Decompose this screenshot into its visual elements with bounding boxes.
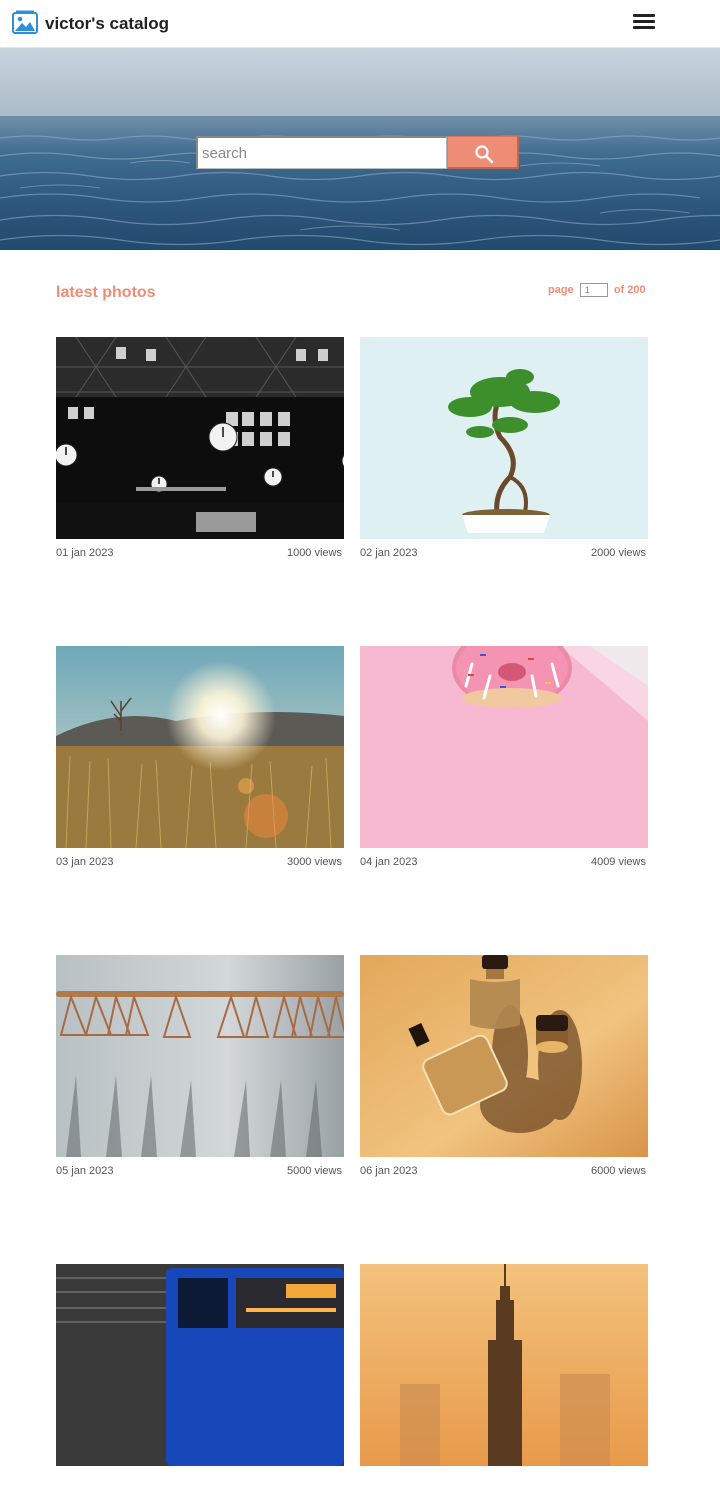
photo-thumbnail[interactable]	[56, 955, 344, 1157]
photo-card[interactable]	[360, 1264, 648, 1490]
photo-views: 4009 views	[590, 856, 646, 868]
photo-card[interactable]: 06 jan 2023 6000 views	[360, 955, 648, 1181]
photo-thumbnail[interactable]	[56, 1264, 344, 1466]
photo-date: 03 jan 2023	[56, 856, 114, 868]
photo-thumbnail[interactable]	[56, 646, 344, 848]
photo-thumbnail[interactable]	[360, 955, 648, 1157]
navbar: victor's catalog	[0, 0, 720, 48]
photo-views: 6000 views	[590, 1165, 646, 1177]
image-gallery-icon[interactable]	[12, 10, 38, 35]
pagination: page of 200	[548, 283, 646, 297]
page-total: of 200	[613, 283, 646, 296]
search-button[interactable]	[447, 136, 519, 169]
photo-views: 5000 views	[286, 1165, 342, 1177]
photo-thumbnail[interactable]	[360, 337, 648, 539]
photo-views: 3000 views	[286, 856, 342, 868]
photo-thumbnail[interactable]	[56, 337, 344, 539]
photo-date: 06 jan 2023	[360, 1165, 418, 1177]
photo-date: 05 jan 2023	[56, 1165, 114, 1177]
search-input[interactable]	[196, 136, 447, 169]
photo-views: 2000 views	[590, 547, 646, 559]
search-icon	[475, 145, 494, 164]
section-title: latest photos	[56, 284, 156, 301]
photo-card[interactable]: 03 jan 2023 3000 views	[56, 646, 344, 872]
photo-thumbnail[interactable]	[360, 646, 648, 848]
page-label: page	[548, 283, 574, 296]
photo-date: 04 jan 2023	[360, 856, 418, 868]
photo-card[interactable]: 01 jan 2023 1000 views	[56, 337, 344, 563]
page-number-input[interactable]	[579, 283, 608, 297]
photo-date: 02 jan 2023	[360, 547, 418, 559]
photo-card[interactable]: 04 jan 2023 4009 views	[360, 646, 648, 872]
photo-card[interactable]: 05 jan 2023 5000 views	[56, 955, 344, 1181]
photo-views: 1000 views	[286, 547, 342, 559]
brand-title[interactable]: victor's catalog	[45, 14, 169, 34]
hamburger-menu-icon[interactable]	[633, 14, 657, 32]
photo-card[interactable]	[56, 1264, 344, 1490]
photo-thumbnail[interactable]	[360, 1264, 648, 1466]
photo-card[interactable]: 02 jan 2023 2000 views	[360, 337, 648, 563]
photo-date: 01 jan 2023	[56, 547, 114, 559]
